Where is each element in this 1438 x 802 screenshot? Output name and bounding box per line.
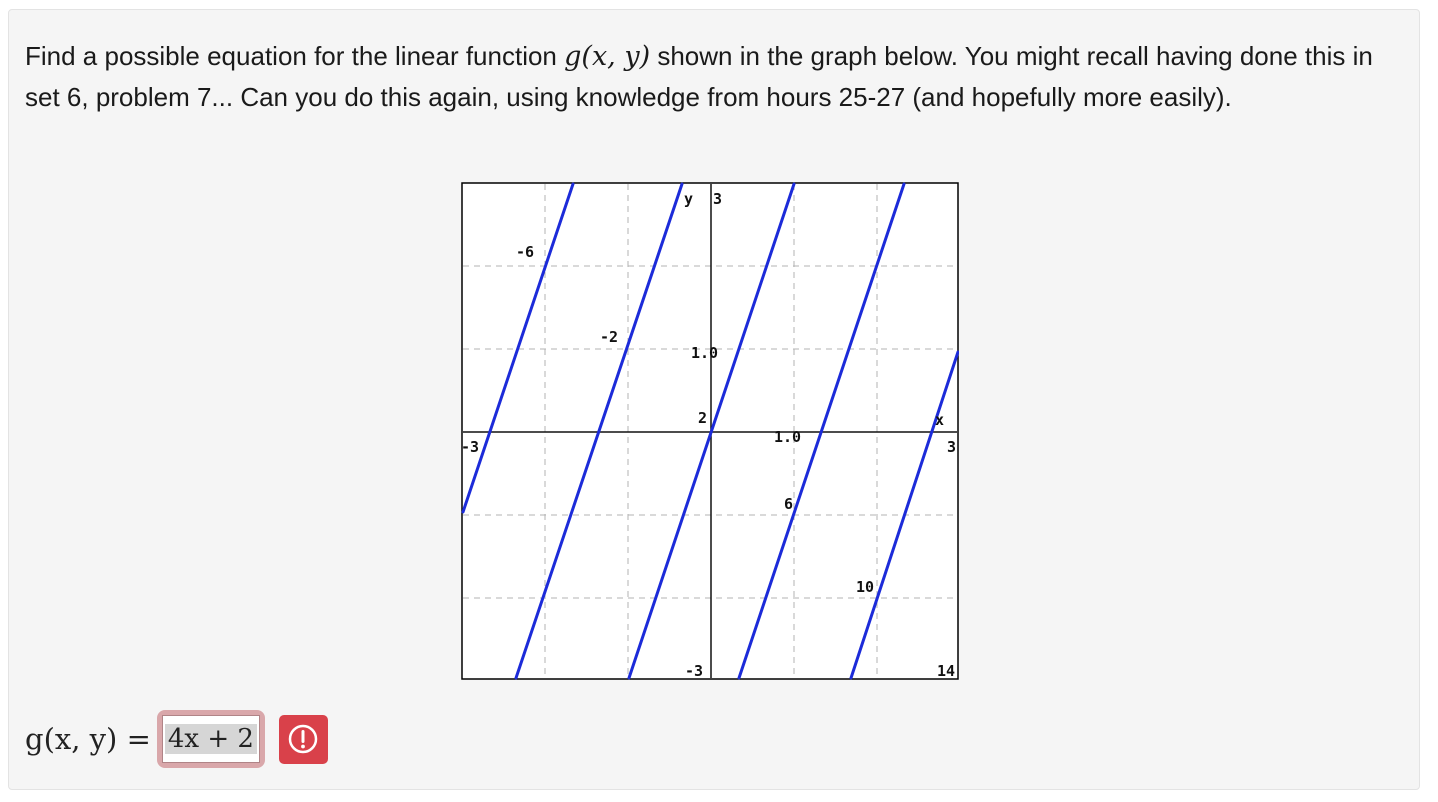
- feedback-button[interactable]: [278, 714, 328, 764]
- problem-card: Find a possible equation for the linear …: [8, 9, 1420, 790]
- axis-label-y: y: [684, 190, 693, 208]
- answer-row: g(x, y) = 4x + 2: [25, 704, 328, 774]
- contour-graph: y 3 -3 -3 3 x -6 -2 1.0 2 1.0 6 10 14: [461, 182, 959, 680]
- x-left-label: -3: [461, 438, 479, 456]
- x-right-label: 3: [947, 438, 956, 456]
- exclamation-circle-icon: [289, 724, 318, 754]
- problem-text-before: Find a possible equation for the linear …: [25, 41, 565, 71]
- contour-label-1-0-upper: 1.0: [691, 344, 718, 362]
- answer-value: 4x + 2: [164, 724, 257, 754]
- answer-lhs: g(x, y) =: [25, 722, 151, 756]
- contour-label-14: 14: [937, 662, 955, 680]
- answer-input[interactable]: 4x + 2: [161, 715, 260, 763]
- contour-label-neg6: -6: [516, 243, 534, 261]
- y-bottom-label: -3: [685, 662, 703, 680]
- function-notation: g(x, y): [564, 41, 651, 72]
- contour-label-neg2: -2: [600, 328, 618, 346]
- problem-statement: Find a possible equation for the linear …: [25, 36, 1385, 117]
- axis-label-x: x: [935, 411, 944, 429]
- answer-input-highlight: 4x + 2: [156, 710, 265, 768]
- contour-label-6: 6: [784, 495, 793, 513]
- graph-svg: y 3 -3 -3 3 x -6 -2 1.0 2 1.0 6 10 14: [461, 182, 959, 680]
- contour-label-1-0-lower: 1.0: [774, 428, 801, 446]
- contour-label-2: 2: [698, 409, 707, 427]
- y-top-label: 3: [713, 190, 722, 208]
- contour-label-10: 10: [856, 578, 874, 596]
